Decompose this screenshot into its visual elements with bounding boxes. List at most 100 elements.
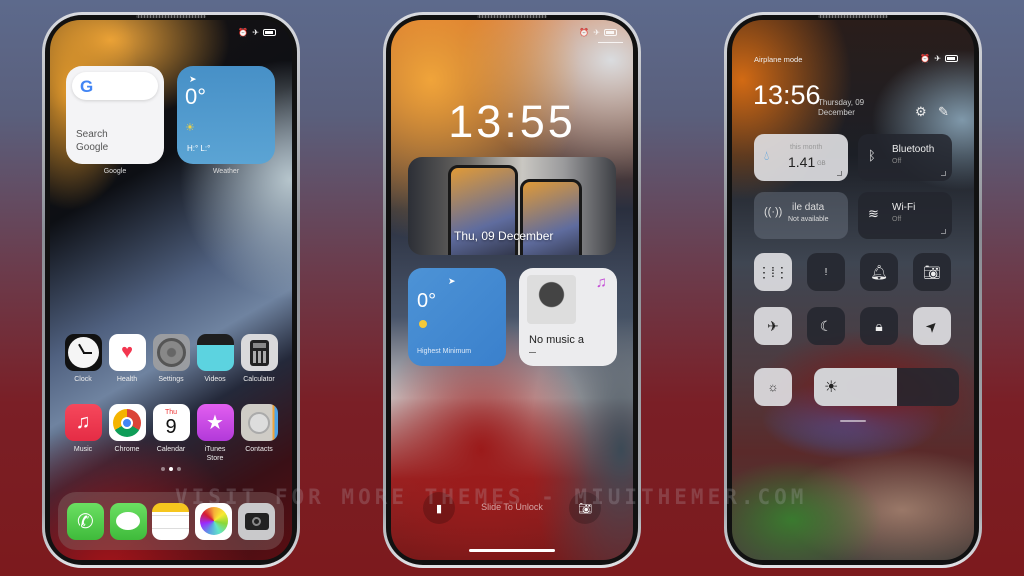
settings-icon[interactable]: ⚙ bbox=[915, 104, 927, 120]
sun-icon: ☀ bbox=[824, 379, 839, 396]
app-calculator[interactable]: Calculator bbox=[240, 334, 278, 384]
auto-brightness-toggle[interactable]: ☼ bbox=[754, 368, 792, 406]
vibrate-toggle[interactable]: ! bbox=[807, 253, 845, 291]
message-icon[interactable] bbox=[109, 502, 147, 540]
airplane-icon: ✈ bbox=[934, 54, 941, 63]
weather-widget-label: Weather bbox=[212, 168, 240, 175]
moon-icon: ☾ bbox=[819, 317, 833, 334]
airplane-icon: ✈ bbox=[593, 28, 600, 37]
album-art bbox=[527, 275, 576, 324]
wifi-tile[interactable]: ≋ Wi-Fi Off bbox=[858, 192, 952, 239]
photo-phone-right bbox=[520, 179, 582, 255]
photo-widget[interactable]: Thu, 09 December bbox=[408, 157, 616, 255]
location-arrow-icon: ➤ bbox=[448, 276, 456, 286]
auto-brightness-icon: ☼ bbox=[767, 380, 779, 394]
vibrate-icon: ! bbox=[824, 266, 828, 278]
clapperboard-icon bbox=[196, 334, 234, 371]
control-center-handle[interactable] bbox=[598, 42, 623, 43]
control-center-screen: Airplane mode ⏰ ✈ 13:56 Thursday, 09 Dec… bbox=[732, 20, 974, 560]
status-bar: ⏰ ✈ bbox=[238, 28, 276, 37]
google-search-widget[interactable]: G Search Google bbox=[66, 66, 164, 164]
google-search-bar[interactable]: G bbox=[72, 72, 158, 100]
page-dot-active[interactable] bbox=[169, 467, 173, 471]
bell-toggle[interactable]: 🔔︎ bbox=[860, 253, 898, 291]
app-label: Music bbox=[73, 446, 93, 453]
phone-home-screen: ⏰ ✈ G Search Google Google ➤ 0° ☀ H:° L:… bbox=[42, 12, 300, 568]
brightness-slider[interactable]: ☀ bbox=[814, 368, 959, 406]
expand-corner-icon bbox=[941, 229, 946, 234]
app-row-1: Clock ♥ Health Settings Videos Calculato… bbox=[64, 334, 278, 384]
contact-icon bbox=[240, 404, 278, 441]
music-widget[interactable]: ♫ No music a bbox=[519, 268, 617, 366]
app-label: Settings bbox=[158, 376, 184, 383]
signal-tower-icon: ((·)) bbox=[764, 206, 783, 218]
calendar-date: 9 bbox=[165, 415, 177, 438]
speaker-grille bbox=[136, 15, 206, 18]
phone-icon[interactable]: ✆ bbox=[66, 502, 104, 540]
app-clock[interactable]: Clock bbox=[64, 334, 102, 384]
sound-wave-icon: ⋮⁞⋮ bbox=[757, 263, 789, 280]
google-widget-text: Search Google bbox=[76, 129, 109, 153]
app-itunes-store[interactable]: ★ iTunes Store bbox=[196, 404, 234, 463]
expand-corner-icon bbox=[837, 171, 842, 176]
page-dot[interactable] bbox=[161, 467, 165, 471]
rotation-lock-toggle[interactable]: 🔒︎ bbox=[860, 307, 898, 345]
cc-time: 13:56 bbox=[753, 80, 821, 110]
page-dot[interactable] bbox=[177, 467, 181, 471]
weather-widget[interactable]: ➤ 0° ☀ H:° L:° bbox=[177, 66, 275, 164]
status-bar: ⏰ ✈ bbox=[920, 54, 958, 63]
wifi-status: Off bbox=[892, 216, 902, 223]
wifi-off-icon: ≋ bbox=[868, 206, 879, 221]
alarm-icon: ⏰ bbox=[579, 28, 590, 37]
phone-lock-screen: ⏰ ✈ 13:55 Thu, 09 December ➤ 0° Highest … bbox=[383, 12, 641, 568]
data-usage-label: this month bbox=[790, 144, 823, 151]
app-label: Calculator bbox=[243, 376, 275, 383]
gear-icon bbox=[152, 334, 190, 371]
home-indicator[interactable] bbox=[469, 549, 555, 552]
home-screen: ⏰ ✈ G Search Google Google ➤ 0° ☀ H:° L:… bbox=[50, 20, 292, 560]
app-row-2: ♫ Music Chrome Thu 9 Calendar ★ iTunes S… bbox=[64, 404, 278, 463]
calendar-icon: Thu 9 bbox=[152, 404, 190, 441]
app-label: Health bbox=[116, 376, 138, 383]
lock-weather-widget[interactable]: ➤ 0° Highest Minimum bbox=[408, 268, 506, 366]
app-label: Chrome bbox=[114, 446, 140, 453]
photos-icon[interactable] bbox=[195, 502, 233, 540]
app-label: Clock bbox=[74, 376, 92, 383]
clock-icon bbox=[64, 334, 102, 371]
bluetooth-tile[interactable]: ᛒ Bluetooth Off bbox=[858, 134, 952, 181]
app-health[interactable]: ♥ Health bbox=[108, 334, 146, 384]
airplane-mode-label: Airplane mode bbox=[754, 55, 803, 64]
location-toggle[interactable]: ➤ bbox=[913, 307, 951, 345]
app-settings[interactable]: Settings bbox=[152, 334, 190, 384]
speaker-grille bbox=[818, 15, 888, 18]
app-chrome[interactable]: Chrome bbox=[108, 404, 146, 463]
app-label: Calendar bbox=[156, 446, 186, 453]
screenshot-toggle[interactable]: 📷︎ bbox=[913, 253, 951, 291]
mobile-data-tile[interactable]: ((·)) ile data Not available bbox=[754, 192, 848, 239]
lock-time: 13:55 bbox=[448, 96, 576, 147]
weather-temp: 0° bbox=[185, 84, 207, 109]
water-drop-icon: 💧︎ bbox=[764, 148, 770, 163]
app-videos[interactable]: Videos bbox=[196, 334, 234, 384]
bluetooth-off-icon: ᛒ bbox=[868, 148, 876, 163]
star-icon: ★ bbox=[196, 404, 234, 441]
airplane-toggle[interactable]: ✈ bbox=[754, 307, 792, 345]
lock-screen: ⏰ ✈ 13:55 Thu, 09 December ➤ 0° Highest … bbox=[391, 20, 633, 560]
google-widget-label: Google bbox=[103, 168, 127, 175]
wifi-label: Wi-Fi bbox=[892, 202, 916, 213]
dark-mode-toggle[interactable]: ☾ bbox=[807, 307, 845, 345]
app-contacts[interactable]: Contacts bbox=[240, 404, 278, 463]
music-note-icon: ♫ bbox=[64, 404, 102, 441]
camera-button[interactable]: 📷︎ bbox=[569, 492, 601, 524]
edit-icon[interactable]: ✎ bbox=[938, 104, 949, 120]
app-label: iTunes Store bbox=[204, 446, 226, 462]
expand-corner-icon bbox=[941, 171, 946, 176]
app-music[interactable]: ♫ Music bbox=[64, 404, 102, 463]
app-calendar[interactable]: Thu 9 Calendar bbox=[152, 404, 190, 463]
sound-toggle[interactable]: ⋮⁞⋮ bbox=[754, 253, 792, 291]
page-indicator[interactable] bbox=[161, 467, 181, 471]
control-center-handle[interactable] bbox=[840, 420, 866, 422]
data-usage-tile[interactable]: 💧︎ this month 1.41 GB bbox=[754, 134, 848, 181]
notes-icon[interactable] bbox=[152, 502, 190, 540]
camera-icon[interactable] bbox=[238, 502, 276, 540]
